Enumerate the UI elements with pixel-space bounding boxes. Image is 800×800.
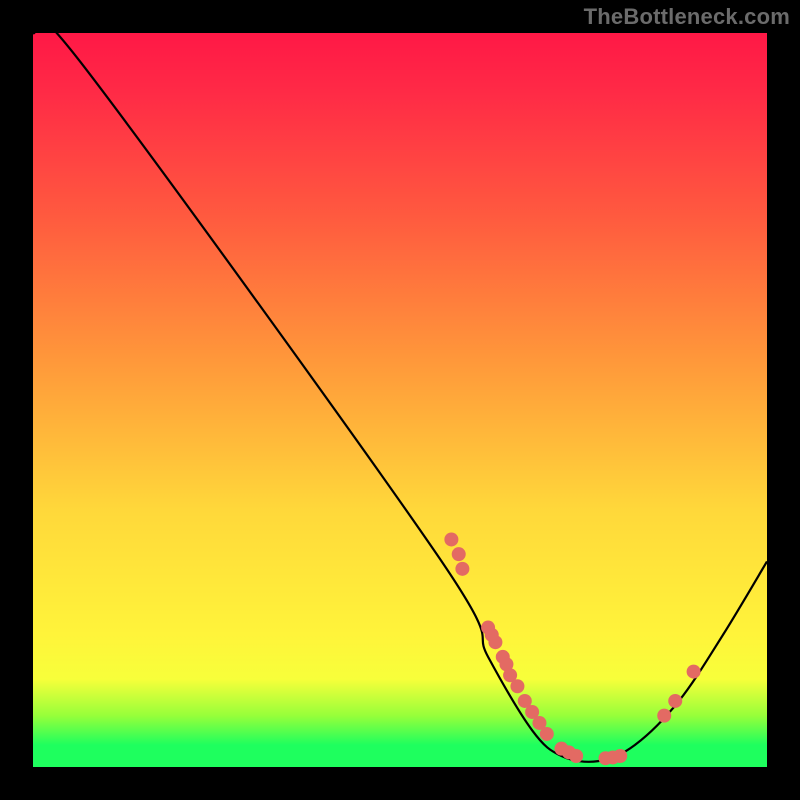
chart-frame: TheBottleneck.com (0, 0, 800, 800)
data-point (510, 679, 524, 693)
data-point (569, 749, 583, 763)
data-point (540, 727, 554, 741)
data-point (488, 635, 502, 649)
data-point (444, 532, 458, 546)
data-point (455, 562, 469, 576)
data-point (687, 665, 701, 679)
data-point (452, 547, 466, 561)
data-point (657, 709, 671, 723)
plot-area (33, 33, 767, 767)
data-point (668, 694, 682, 708)
attribution-text: TheBottleneck.com (584, 4, 790, 30)
bottleneck-curve (33, 33, 767, 762)
data-points (444, 532, 700, 765)
curve-overlay (33, 33, 767, 767)
data-point (613, 749, 627, 763)
